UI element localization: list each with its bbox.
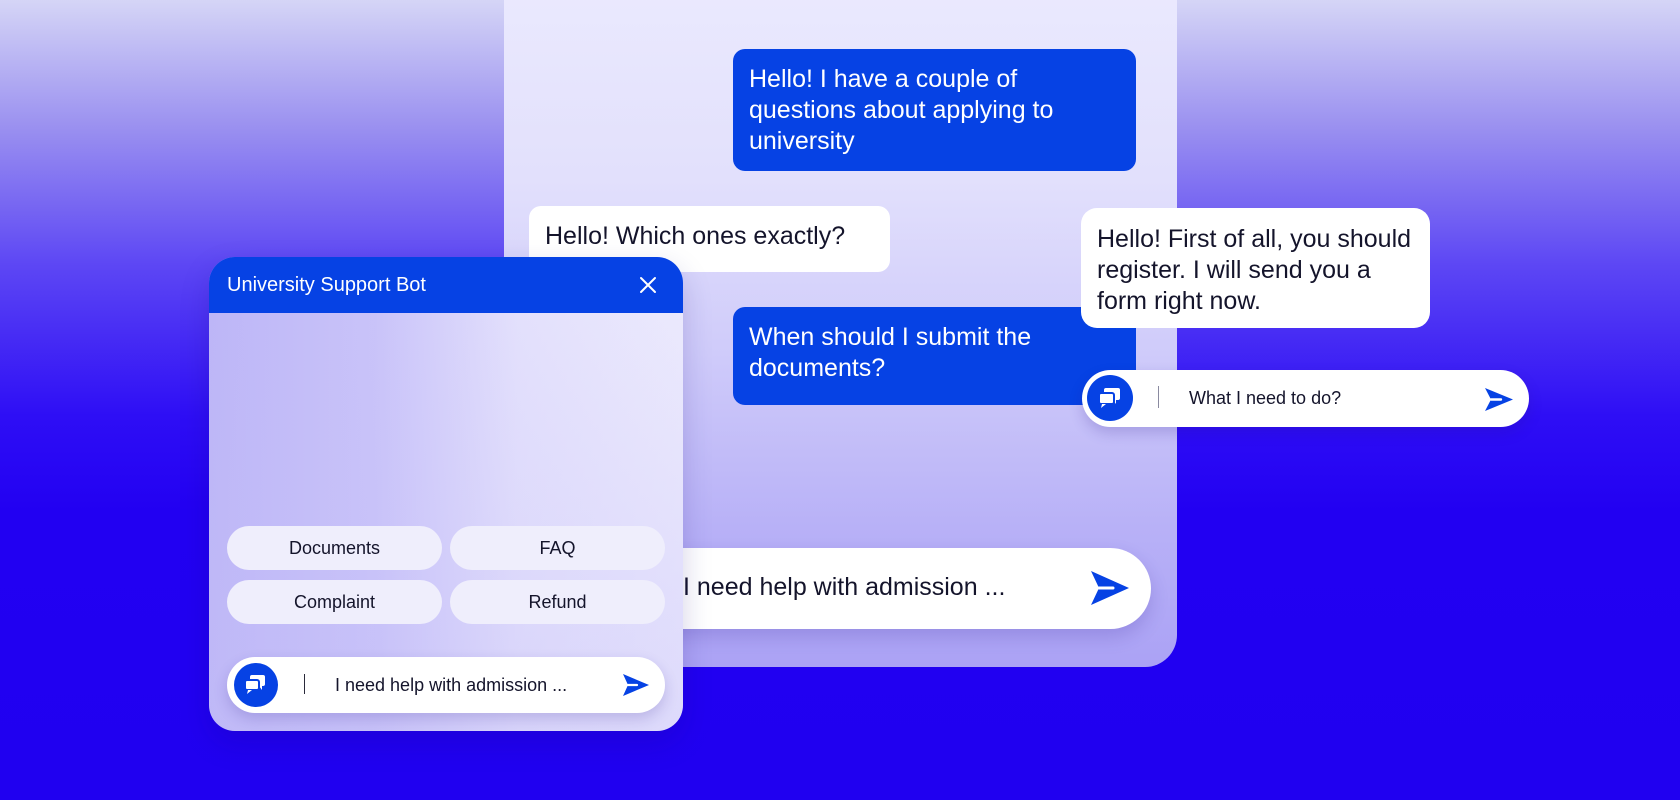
- quick-reply-complaint[interactable]: Complaint: [227, 580, 442, 624]
- support-chat-widget: University Support Bot Documents FAQ Com…: [209, 257, 683, 731]
- widget-input-value: I need help with admission ...: [335, 675, 568, 695]
- widget-message-input[interactable]: I need help with admission ...: [227, 657, 665, 713]
- text-caret: [304, 674, 305, 694]
- send-icon[interactable]: [1484, 386, 1514, 413]
- quick-reply-refund[interactable]: Refund: [450, 580, 665, 624]
- floating-message-input[interactable]: What I need to do?: [1082, 370, 1529, 427]
- widget-title: University Support Bot: [227, 274, 426, 296]
- chat-icon: [1087, 375, 1133, 421]
- close-icon[interactable]: [639, 276, 657, 294]
- floating-input-value: What I need to do?: [1189, 388, 1342, 408]
- quick-reply-documents[interactable]: Documents: [227, 526, 442, 570]
- main-input-value: I need help with admission ...: [683, 573, 1006, 601]
- send-icon[interactable]: [622, 672, 650, 698]
- send-icon[interactable]: [1089, 568, 1131, 608]
- user-message-bubble: Hello! I have a couple of questions abou…: [733, 49, 1136, 171]
- main-message-input[interactable]: I need help with admission ...: [640, 548, 1151, 629]
- text-caret: [1158, 386, 1159, 408]
- chat-icon: [234, 663, 278, 707]
- user-message-bubble: When should I submit the documents?: [733, 307, 1136, 405]
- widget-header: University Support Bot: [209, 257, 683, 313]
- bot-message-bubble: Hello! First of all, you should register…: [1081, 208, 1430, 328]
- quick-reply-faq[interactable]: FAQ: [450, 526, 665, 570]
